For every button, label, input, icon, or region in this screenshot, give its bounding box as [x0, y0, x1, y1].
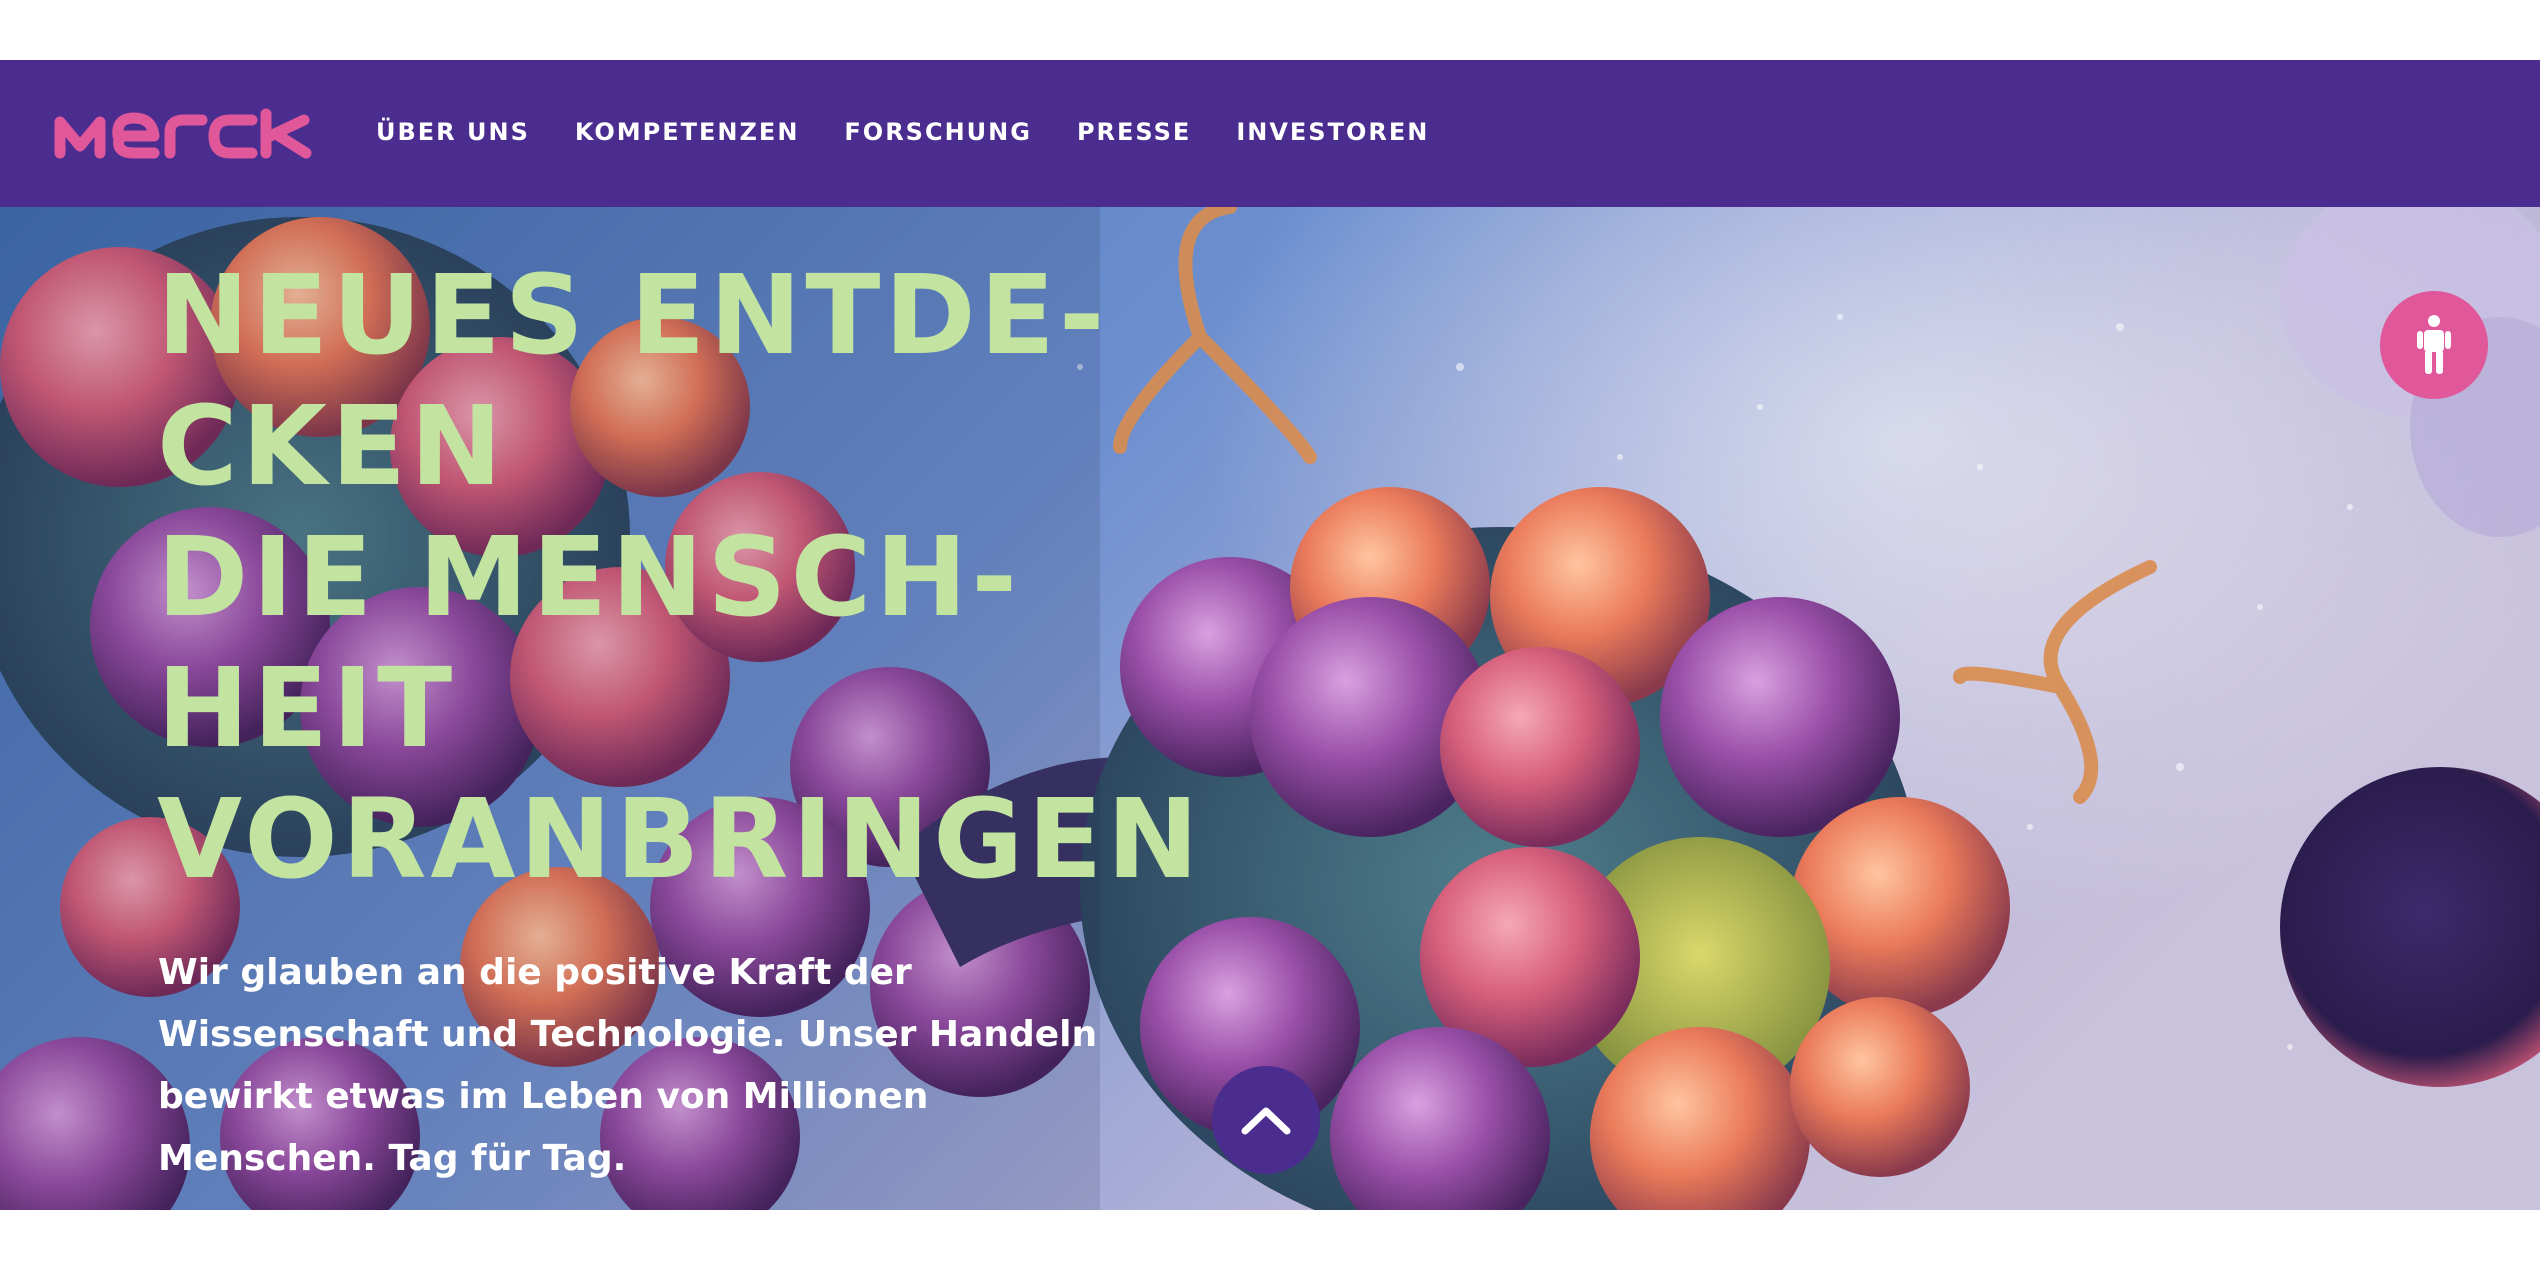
hero-subtext-line: bewirkt etwas im Leben von Millionen [158, 1076, 929, 1117]
hero-subtext-line: Wissenschaft und Technologie. Unser Hand… [158, 1014, 1098, 1055]
merck-logo-mark [54, 108, 312, 159]
hero-headline-line: HEIT [157, 644, 457, 772]
primary-nav: ÜBER UNS KOMPETENZEN FORSCHUNG PRESSE IN… [376, 117, 1429, 147]
hero-headline-line: DIE MENSCH- [157, 513, 1022, 641]
nav-item-ueber-uns[interactable]: ÜBER UNS [376, 117, 530, 147]
hero-subtext-line: Menschen. Tag für Tag. [158, 1138, 627, 1179]
nav-item-investoren[interactable]: INVESTOREN [1236, 117, 1429, 147]
hero-subtext-line: Wir glauben an die positive Kraft der [158, 952, 912, 993]
nav-item-forschung[interactable]: FORSCHUNG [844, 117, 1032, 147]
merck-logo[interactable] [52, 108, 317, 160]
hero-headline-line: VORANBRINGEN [157, 775, 1203, 903]
scroll-to-top-button[interactable] [1212, 1066, 1320, 1174]
chevron-up-icon [1241, 1107, 1291, 1135]
nav-item-presse[interactable]: PRESSE [1077, 117, 1191, 147]
accessibility-button[interactable] [2380, 291, 2488, 399]
nav-item-kompetenzen[interactable]: KOMPETENZEN [575, 117, 800, 147]
hero-headline-line: CKEN [157, 382, 507, 510]
hero-subtext: Wir glauben an die positive Kraft der Wi… [158, 942, 1118, 1190]
hero-headline: NEUES ENTDE- CKEN DIE MENSCH- HEIT VORAN… [157, 250, 1203, 905]
hero-headline-line: NEUES ENTDE- [157, 251, 1109, 379]
top-whitespace [0, 0, 2540, 60]
person-accessibility-icon [2417, 315, 2451, 374]
bottom-whitespace [0, 1210, 2540, 1270]
